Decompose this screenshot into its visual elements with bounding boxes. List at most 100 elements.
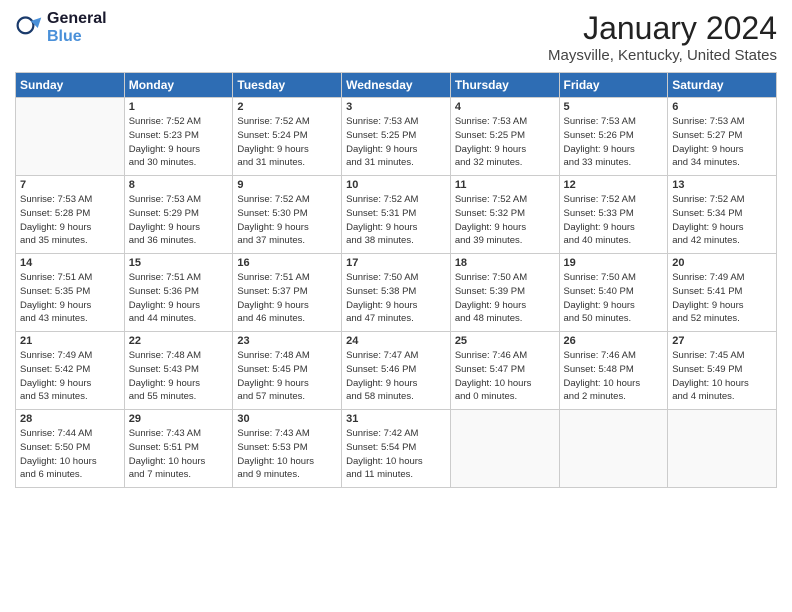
day-number: 26 [564, 335, 664, 347]
calendar-day-cell: 1 Sunrise: 7:52 AMSunset: 5:23 PMDaylight… [124, 98, 233, 176]
calendar-day-cell: 30Sunrise: 7:43 AMSunset: 5:53 PMDayligh… [233, 410, 342, 488]
sun-info: Sunrise: 7:52 AMSunset: 5:32 PMDaylight:… [455, 193, 555, 248]
sun-info: Sunrise: 7:50 AMSunset: 5:39 PMDaylight:… [455, 271, 555, 326]
weekday-header: Friday [559, 73, 668, 98]
calendar-day-cell: 21 Sunrise: 7:49 AMSunset: 5:42 PMDayligh… [16, 332, 125, 410]
sun-info: Sunrise: 7:51 AMSunset: 5:36 PMDaylight:… [129, 271, 229, 326]
weekday-header: Saturday [668, 73, 777, 98]
day-number: 5 [564, 101, 664, 113]
sun-info: Sunrise: 7:52 AMSunset: 5:30 PMDaylight:… [237, 193, 337, 248]
logo-text: General Blue [47, 10, 107, 45]
day-number: 13 [672, 179, 772, 191]
sun-info: Sunrise: 7:47 AMSunset: 5:46 PMDaylight:… [346, 349, 446, 404]
sun-info: Sunrise: 7:52 AMSunset: 5:24 PMDaylight:… [237, 115, 337, 170]
calendar-week-row: 7 Sunrise: 7:53 AMSunset: 5:28 PMDaylight… [16, 176, 777, 254]
sun-info: Sunrise: 7:50 AMSunset: 5:38 PMDaylight:… [346, 271, 446, 326]
sun-info: Sunrise: 7:53 AMSunset: 5:27 PMDaylight:… [672, 115, 772, 170]
weekday-header: Monday [124, 73, 233, 98]
day-number: 4 [455, 101, 555, 113]
calendar-day-cell [16, 98, 125, 176]
day-number: 24 [346, 335, 446, 347]
calendar-day-cell: 6 Sunrise: 7:53 AMSunset: 5:27 PMDaylight… [668, 98, 777, 176]
calendar-day-cell: 22Sunrise: 7:48 AMSunset: 5:43 PMDayligh… [124, 332, 233, 410]
sun-info: Sunrise: 7:48 AMSunset: 5:45 PMDaylight:… [237, 349, 337, 404]
location-title: Maysville, Kentucky, United States [548, 47, 777, 64]
logo-line1: General [47, 10, 107, 28]
calendar-day-cell: 12 Sunrise: 7:52 AMSunset: 5:33 PMDayligh… [559, 176, 668, 254]
weekday-header-row: SundayMondayTuesdayWednesdayThursdayFrid… [16, 73, 777, 98]
title-block: January 2024 Maysville, Kentucky, United… [548, 10, 777, 64]
weekday-header: Sunday [16, 73, 125, 98]
day-number: 8 [129, 179, 229, 191]
sun-info: Sunrise: 7:53 AMSunset: 5:29 PMDaylight:… [129, 193, 229, 248]
day-number: 17 [346, 257, 446, 269]
logo-icon [15, 14, 43, 42]
calendar-day-cell: 18 Sunrise: 7:50 AMSunset: 5:39 PMDayligh… [450, 254, 559, 332]
calendar-day-cell: 19 Sunrise: 7:50 AMSunset: 5:40 PMDayligh… [559, 254, 668, 332]
calendar-week-row: 14Sunrise: 7:51 AMSunset: 5:35 PMDayligh… [16, 254, 777, 332]
page-container: General Blue January 2024 Maysville, Ken… [0, 0, 792, 493]
sun-info: Sunrise: 7:49 AMSunset: 5:41 PMDaylight:… [672, 271, 772, 326]
calendar-day-cell: 8 Sunrise: 7:53 AMSunset: 5:29 PMDaylight… [124, 176, 233, 254]
sun-info: Sunrise: 7:53 AMSunset: 5:26 PMDaylight:… [564, 115, 664, 170]
day-number: 1 [129, 101, 229, 113]
weekday-header: Thursday [450, 73, 559, 98]
day-number: 10 [346, 179, 446, 191]
sun-info: Sunrise: 7:52 AMSunset: 5:33 PMDaylight:… [564, 193, 664, 248]
calendar-day-cell: 27 Sunrise: 7:45 AMSunset: 5:49 PMDayligh… [668, 332, 777, 410]
day-number: 7 [20, 179, 120, 191]
day-number: 25 [455, 335, 555, 347]
calendar-week-row: 21 Sunrise: 7:49 AMSunset: 5:42 PMDayligh… [16, 332, 777, 410]
calendar-day-cell: 31 Sunrise: 7:42 AMSunset: 5:54 PMDayligh… [342, 410, 451, 488]
calendar-day-cell: 17 Sunrise: 7:50 AMSunset: 5:38 PMDayligh… [342, 254, 451, 332]
calendar-day-cell: 24 Sunrise: 7:47 AMSunset: 5:46 PMDayligh… [342, 332, 451, 410]
day-number: 18 [455, 257, 555, 269]
weekday-header: Tuesday [233, 73, 342, 98]
logo-line2: Blue [47, 28, 107, 46]
weekday-header: Wednesday [342, 73, 451, 98]
day-number: 27 [672, 335, 772, 347]
calendar-day-cell [450, 410, 559, 488]
sun-info: Sunrise: 7:52 AMSunset: 5:34 PMDaylight:… [672, 193, 772, 248]
calendar-day-cell: 4Sunrise: 7:53 AMSunset: 5:25 PMDaylight… [450, 98, 559, 176]
sun-info: Sunrise: 7:44 AMSunset: 5:50 PMDaylight:… [20, 427, 120, 482]
calendar-day-cell: 25 Sunrise: 7:46 AMSunset: 5:47 PMDayligh… [450, 332, 559, 410]
calendar-day-cell: 11Sunrise: 7:52 AMSunset: 5:32 PMDayligh… [450, 176, 559, 254]
sun-info: Sunrise: 7:43 AMSunset: 5:51 PMDaylight:… [129, 427, 229, 482]
day-number: 9 [237, 179, 337, 191]
calendar-day-cell: 14Sunrise: 7:51 AMSunset: 5:35 PMDayligh… [16, 254, 125, 332]
day-number: 31 [346, 413, 446, 425]
sun-info: Sunrise: 7:46 AMSunset: 5:47 PMDaylight:… [455, 349, 555, 404]
calendar-day-cell: 9 Sunrise: 7:52 AMSunset: 5:30 PMDaylight… [233, 176, 342, 254]
day-number: 6 [672, 101, 772, 113]
calendar-day-cell: 3Sunrise: 7:53 AMSunset: 5:25 PMDaylight… [342, 98, 451, 176]
sun-info: Sunrise: 7:53 AMSunset: 5:25 PMDaylight:… [346, 115, 446, 170]
day-number: 20 [672, 257, 772, 269]
day-number: 19 [564, 257, 664, 269]
calendar-day-cell: 5 Sunrise: 7:53 AMSunset: 5:26 PMDaylight… [559, 98, 668, 176]
day-number: 28 [20, 413, 120, 425]
calendar-day-cell: 2 Sunrise: 7:52 AMSunset: 5:24 PMDaylight… [233, 98, 342, 176]
sun-info: Sunrise: 7:49 AMSunset: 5:42 PMDaylight:… [20, 349, 120, 404]
sun-info: Sunrise: 7:42 AMSunset: 5:54 PMDaylight:… [346, 427, 446, 482]
day-number: 2 [237, 101, 337, 113]
calendar-day-cell [668, 410, 777, 488]
calendar-day-cell: 10Sunrise: 7:52 AMSunset: 5:31 PMDayligh… [342, 176, 451, 254]
sun-info: Sunrise: 7:50 AMSunset: 5:40 PMDaylight:… [564, 271, 664, 326]
calendar-day-cell: 20 Sunrise: 7:49 AMSunset: 5:41 PMDayligh… [668, 254, 777, 332]
day-number: 12 [564, 179, 664, 191]
sun-info: Sunrise: 7:51 AMSunset: 5:37 PMDaylight:… [237, 271, 337, 326]
calendar-day-cell [559, 410, 668, 488]
sun-info: Sunrise: 7:52 AMSunset: 5:23 PMDaylight:… [129, 115, 229, 170]
calendar-day-cell: 13 Sunrise: 7:52 AMSunset: 5:34 PMDayligh… [668, 176, 777, 254]
sun-info: Sunrise: 7:45 AMSunset: 5:49 PMDaylight:… [672, 349, 772, 404]
calendar-day-cell: 15 Sunrise: 7:51 AMSunset: 5:36 PMDayligh… [124, 254, 233, 332]
day-number: 15 [129, 257, 229, 269]
calendar-table: SundayMondayTuesdayWednesdayThursdayFrid… [15, 72, 777, 488]
calendar-day-cell: 16Sunrise: 7:51 AMSunset: 5:37 PMDayligh… [233, 254, 342, 332]
calendar-day-cell: 26 Sunrise: 7:46 AMSunset: 5:48 PMDayligh… [559, 332, 668, 410]
sun-info: Sunrise: 7:53 AMSunset: 5:28 PMDaylight:… [20, 193, 120, 248]
sun-info: Sunrise: 7:46 AMSunset: 5:48 PMDaylight:… [564, 349, 664, 404]
logo: General Blue [15, 10, 107, 45]
day-number: 21 [20, 335, 120, 347]
